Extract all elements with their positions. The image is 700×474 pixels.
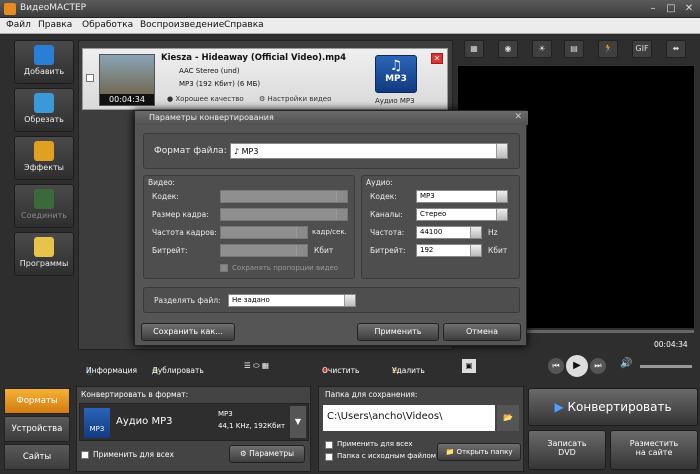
keep-ratio-label: Сохранять пропорции видео — [232, 264, 339, 272]
brightness-icon[interactable]: ☀ — [532, 40, 552, 58]
source-folder-checkbox[interactable] — [325, 453, 333, 461]
window-title: ВидеоМАСТЕР — [20, 3, 87, 13]
params-button[interactable]: ⚙ Параметры — [229, 445, 305, 463]
minimize-button[interactable]: – — [646, 2, 660, 15]
play-button[interactable]: ▶ — [566, 355, 588, 377]
effects-button[interactable]: Эффекты — [14, 136, 74, 180]
speed-icon[interactable]: 🏃 — [598, 40, 618, 58]
join-icon — [34, 189, 54, 209]
menu-help[interactable]: Справка — [224, 20, 264, 30]
remove-file-button[interactable]: ✕ — [431, 53, 443, 64]
menu-playback[interactable]: Воспроизведение — [140, 20, 224, 30]
save-apply-all-checkbox[interactable]: ✓ — [325, 441, 333, 451]
fps-select[interactable] — [220, 226, 308, 239]
format-section: Формат файла: ♪ MP3 — [143, 133, 520, 169]
format-select[interactable]: ♪ MP3 — [230, 143, 508, 159]
title-bar: ВидеоМАСТЕР – □ ✕ — [0, 0, 700, 18]
channels-select[interactable]: Стерео — [416, 208, 508, 221]
close-window-button[interactable]: ✕ — [682, 2, 696, 15]
sample-rate-select[interactable]: 44100 — [416, 226, 482, 239]
flip-icon[interactable]: ⬌ — [666, 40, 686, 58]
app-icon — [4, 3, 16, 15]
scissors-icon — [34, 93, 54, 113]
save-path-field[interactable]: C:\Users\ancho\Videos\ — [323, 405, 495, 431]
format-name: Аудио MP3 — [116, 416, 173, 427]
apply-all-checkbox[interactable] — [81, 451, 89, 459]
split-section: Разделять файл: Не задано — [143, 287, 520, 313]
video-thumbnail: 00:04:34 — [99, 54, 155, 106]
player-time: 00:04:34 — [654, 340, 688, 349]
category-tabs: Форматы Устройства Сайты — [4, 386, 72, 472]
folder-icon[interactable]: 📂 — [497, 405, 519, 431]
effects-icon — [34, 141, 54, 161]
action-panel: ▶ Конвертировать Записать DVD Разместить н… — [528, 386, 700, 472]
maximize-button[interactable]: □ — [664, 2, 678, 15]
tab-sites[interactable]: Сайты — [4, 444, 70, 470]
gif-button[interactable]: GIF — [632, 40, 652, 58]
mp3-format-badge: ♫ MP3 — [375, 55, 417, 93]
format-label: Формат файла: — [154, 146, 227, 156]
video-bitrate-select[interactable] — [220, 244, 308, 257]
convert-panel: Конвертировать в формат: MP3 Аудио MP3 M… — [76, 386, 311, 472]
list-toolbar: ⓘ Информация ⊕ Дублировать ☰ ⬭ ▦ ✖ Очист… — [78, 356, 476, 376]
file-name: Kiesza - Hideaway (Official Video).mp4 — [161, 53, 347, 63]
audio-codec-select[interactable]: MP3 — [416, 190, 508, 203]
volume-slider[interactable] — [640, 365, 692, 368]
quality-label[interactable]: ● Хорошее качество — [167, 95, 244, 103]
apply-button[interactable]: Применить — [357, 323, 439, 341]
convert-arrow-icon: ▶ — [554, 400, 564, 414]
dialog-title: Параметры конвертирования — [135, 111, 528, 125]
file-checkbox[interactable] — [86, 74, 94, 82]
add-button[interactable]: Добавить — [14, 40, 74, 84]
mp3-badge: MP3 — [84, 408, 110, 438]
frames-icon[interactable]: ▤ — [564, 40, 584, 58]
video-codec-select[interactable] — [220, 190, 348, 203]
output-info: MP3 (192 Кбит) (6 МБ) — [179, 80, 261, 88]
view-toggle[interactable]: ☰ ⬭ ▦ — [244, 361, 269, 371]
next-icon[interactable]: ⏭ — [590, 358, 606, 374]
frame-size-select[interactable] — [220, 208, 348, 221]
cancel-button[interactable]: Отмена — [443, 323, 521, 341]
menu-file[interactable]: Файл — [6, 20, 31, 30]
programs-button[interactable]: Программы — [14, 232, 74, 276]
sidebar: Добавить Обрезать Эффекты Соединить Прог… — [8, 40, 74, 280]
volume-icon[interactable]: 🔊 — [620, 358, 632, 369]
tab-devices[interactable]: Устройства — [4, 416, 70, 442]
convert-button[interactable]: ▶ Конвертировать — [528, 388, 698, 426]
menu-bar: Файл Правка Обработка Воспроизведение Сп… — [0, 18, 700, 34]
tab-formats[interactable]: Форматы — [4, 388, 70, 414]
prev-icon[interactable]: ⏮ — [548, 358, 564, 374]
snapshot-icon[interactable]: ▣ — [462, 359, 476, 373]
chevron-down-icon[interactable]: ▼ — [290, 406, 306, 438]
video-section: Видео: Кодек: Размер кадра: Частота кадр… — [143, 175, 355, 279]
file-item[interactable]: 00:04:34 Kiesza - Hideaway (Official Vid… — [82, 48, 448, 110]
open-folder-button[interactable]: 📁 Открыть папку — [437, 443, 521, 461]
trim-button[interactable]: Обрезать — [14, 88, 74, 132]
record-tool-icon[interactable]: ◉ — [498, 40, 518, 58]
burn-dvd-button[interactable]: Записать DVD — [528, 430, 606, 470]
menu-processing[interactable]: Обработка — [82, 20, 133, 30]
music-note-icon: ♫ — [389, 58, 403, 74]
dialog-close-button[interactable]: ✕ — [514, 112, 522, 122]
video-toolbar: ▦ ◉ ☀ ▤ 🏃 GIF ⬌ — [458, 34, 700, 64]
video-settings-link[interactable]: ⚙ Настройки видео — [259, 95, 331, 103]
keep-ratio-checkbox[interactable] — [220, 264, 228, 272]
audio-bitrate-select[interactable]: 192 — [416, 244, 482, 257]
audio-section: Аудио: Кодек: MP3 Каналы: Стерео Частота… — [361, 175, 520, 279]
format-selector[interactable]: MP3 Аудио MP3 MP3 44,1 KHz, 192Кбит ▼ — [79, 403, 309, 441]
split-select[interactable]: Не задано — [228, 294, 356, 307]
crop-tool-icon[interactable]: ▦ — [464, 40, 484, 58]
upload-web-button[interactable]: Разместить на сайте — [610, 430, 698, 470]
programs-icon — [34, 237, 54, 257]
audio-track: AAC Stereo (und) — [179, 67, 240, 75]
save-as-button[interactable]: Сохранить как... — [141, 323, 235, 341]
save-panel: Папка для сохранения: C:\Users\ancho\Vid… — [318, 386, 524, 472]
conversion-dialog: Параметры конвертирования ✕ Формат файла… — [134, 110, 528, 346]
add-icon — [34, 45, 54, 65]
menu-edit[interactable]: Правка — [38, 20, 72, 30]
format-caption: Аудио MP3 — [375, 97, 415, 105]
join-button[interactable]: Соединить — [14, 184, 74, 228]
